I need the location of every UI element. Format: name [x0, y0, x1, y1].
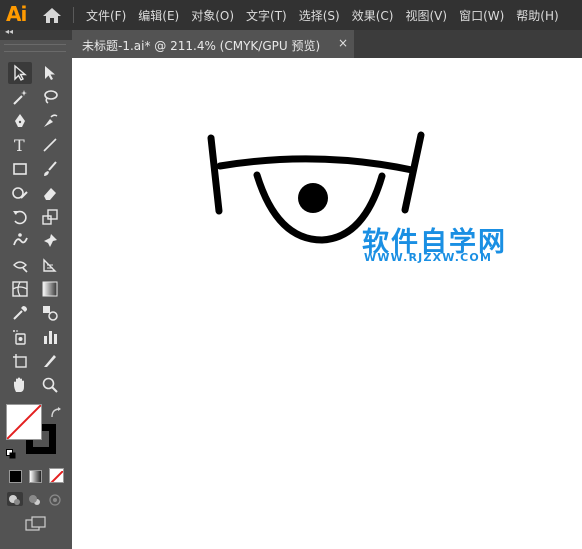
menu-edit[interactable]: 编辑(E) — [132, 7, 185, 24]
shape-builder-tool-icon[interactable] — [38, 254, 62, 276]
eraser-tool-icon[interactable] — [38, 182, 62, 204]
artwork[interactable] — [72, 58, 582, 549]
selection-tool-icon[interactable] — [8, 62, 32, 84]
zoom-tool-icon[interactable] — [38, 374, 62, 396]
color-mode-button[interactable] — [9, 470, 22, 483]
artboard-tool-icon[interactable] — [8, 350, 32, 372]
document-title: 未标题-1.ai* @ 211.4% (CMYK/GPU 预览) — [82, 39, 321, 53]
column-graph-tool-icon[interactable] — [38, 326, 62, 348]
menu-view[interactable]: 视图(V) — [399, 7, 453, 24]
swap-fill-stroke-icon[interactable] — [50, 404, 62, 418]
symbol-sprayer-tool-icon[interactable] — [8, 326, 32, 348]
paintbrush-tool-icon[interactable] — [38, 158, 62, 180]
scale-tool-icon[interactable] — [38, 206, 62, 228]
magic-wand-tool-icon[interactable] — [8, 86, 32, 108]
toolbar-grip[interactable] — [4, 44, 66, 52]
shaper-tool-icon[interactable] — [8, 182, 32, 204]
main-menu: 文件(F) 编辑(E) 对象(O) 文字(T) 选择(S) 效果(C) 视图(V… — [80, 0, 565, 30]
menu-object[interactable]: 对象(O) — [185, 7, 240, 24]
screen-mode-icon[interactable] — [25, 516, 47, 532]
close-tab-icon[interactable]: × — [338, 36, 348, 50]
draw-inside-button[interactable] — [47, 492, 63, 506]
menu-divider — [73, 7, 74, 23]
type-tool-icon[interactable]: T — [8, 134, 32, 156]
eyedropper-tool-icon[interactable] — [8, 302, 32, 324]
curvature-tool-icon[interactable] — [38, 110, 62, 132]
menu-window[interactable]: 窗口(W) — [453, 7, 510, 24]
blend-tool-icon[interactable] — [38, 302, 62, 324]
artboard-canvas[interactable]: 软件自学网 WWW.RJZXW.COM — [72, 58, 582, 549]
home-icon[interactable] — [42, 6, 62, 24]
mesh-tool-icon[interactable] — [8, 278, 32, 300]
free-transform-tool-icon[interactable] — [8, 254, 32, 276]
draw-normal-button[interactable] — [7, 492, 23, 506]
none-mode-button[interactable] — [49, 468, 64, 483]
menu-effect[interactable]: 效果(C) — [346, 7, 400, 24]
slice-tool-icon[interactable] — [38, 350, 62, 372]
default-fill-stroke-icon[interactable] — [6, 444, 16, 459]
document-tab[interactable]: 未标题-1.ai* @ 211.4% (CMYK/GPU 预览) × — [72, 30, 354, 58]
menu-type[interactable]: 文字(T) — [240, 7, 293, 24]
pin-tool-icon[interactable] — [38, 230, 62, 252]
menu-bar: Ai 文件(F) 编辑(E) 对象(O) 文字(T) 选择(S) 效果(C) 视… — [0, 0, 582, 30]
eyelid-curve — [216, 155, 416, 174]
left-vertical-stroke — [207, 134, 223, 215]
menu-help[interactable]: 帮助(H) — [510, 7, 564, 24]
gradient-tool-icon[interactable] — [38, 278, 62, 300]
pen-tool-icon[interactable] — [8, 110, 32, 132]
svg-text:T: T — [14, 136, 25, 154]
lasso-tool-icon[interactable] — [38, 86, 62, 108]
menu-file[interactable]: 文件(F) — [80, 7, 132, 24]
puppet-warp-tool-icon[interactable] — [8, 230, 32, 252]
menu-select[interactable]: 选择(S) — [293, 7, 346, 24]
fill-swatch-front[interactable] — [6, 404, 42, 440]
toolbar-header: ◂◂ — [0, 27, 72, 40]
collapse-panel-icon[interactable]: ◂◂ — [5, 27, 13, 36]
gradient-mode-button[interactable] — [29, 470, 42, 483]
document-tab-bar: 未标题-1.ai* @ 211.4% (CMYK/GPU 预览) × — [72, 30, 582, 58]
line-segment-tool-icon[interactable] — [38, 134, 62, 156]
direct-selection-tool-icon[interactable] — [38, 62, 62, 84]
rectangle-tool-icon[interactable] — [8, 158, 32, 180]
app-logo: Ai — [6, 2, 27, 26]
rotate-tool-icon[interactable] — [8, 206, 32, 228]
draw-behind-button[interactable] — [27, 492, 43, 506]
hand-tool-icon[interactable] — [8, 374, 32, 396]
pupil — [298, 183, 328, 213]
watermark-url: WWW.RJZXW.COM — [364, 251, 493, 264]
tools-panel: T — [0, 40, 72, 549]
